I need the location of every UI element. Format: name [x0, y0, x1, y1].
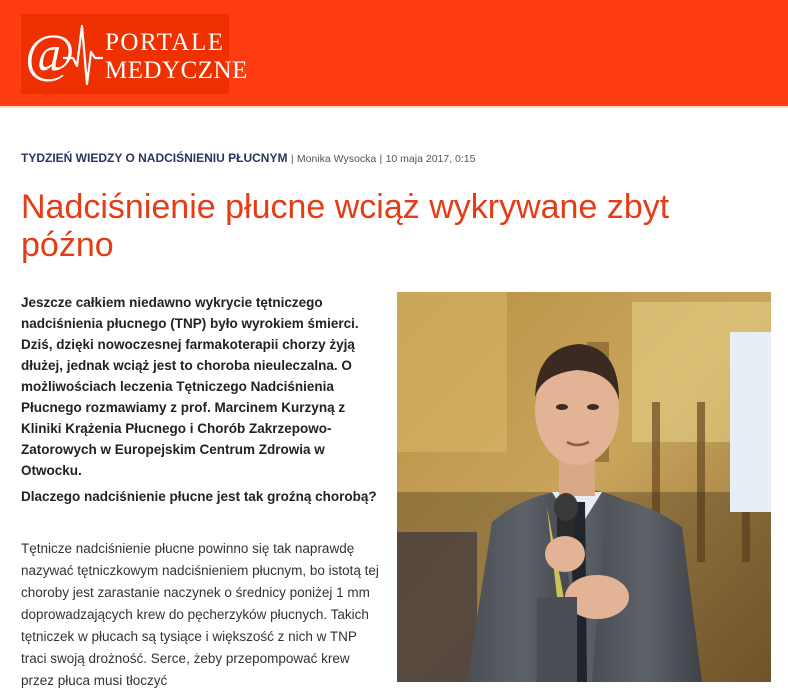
site-logo[interactable]: @ PORTALE MEDYCZNE — [21, 14, 247, 94]
article-category-link[interactable]: TYDZIEŃ WIEDZY O NADCIŚNIENIU PŁUCNYM — [21, 151, 287, 165]
header-divider — [0, 106, 788, 108]
article-photo — [397, 292, 771, 682]
article-meta: TYDZIEŃ WIEDZY O NADCIŚNIENIU PŁUCNYM | … — [21, 149, 781, 168]
interview-answer: Tętnicze nadciśnienie płucne powinno się… — [21, 541, 379, 688]
logo-text-medyczne: MEDYCZNE — [105, 57, 248, 84]
article-author: Monika Wysocka — [296, 153, 377, 165]
meta-separator: | — [379, 153, 383, 165]
heartbeat-icon — [63, 24, 103, 86]
logo-text-portale: PORTALE — [105, 29, 225, 56]
article-title: Nadciśnienie płucne wciąż wykrywane zbyt… — [21, 188, 670, 264]
interview-question: Dlaczego nadciśnienie płucne jest tak gr… — [21, 489, 377, 504]
article-date: 10 maja 2017, 0:15 — [385, 153, 476, 165]
site-header: @ PORTALE MEDYCZNE — [0, 0, 788, 106]
meta-separator: | — [290, 153, 294, 165]
article-lead: Jeszcze całkiem niedawno wykrycie tętnic… — [21, 295, 359, 478]
